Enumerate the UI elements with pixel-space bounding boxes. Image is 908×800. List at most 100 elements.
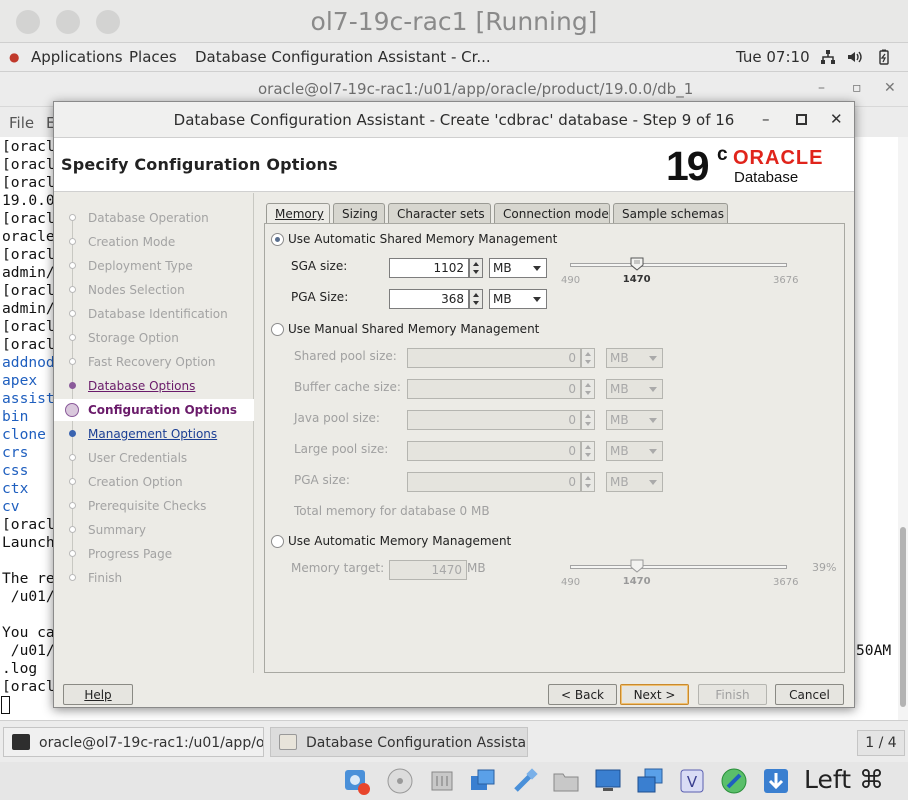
- tab-character-sets[interactable]: Character sets: [388, 203, 491, 223]
- host-key-indicator[interactable]: Left ⌘: [804, 765, 884, 794]
- dialog-close-icon[interactable]: ✕: [830, 110, 843, 128]
- large-pool-size-spinner[interactable]: [581, 441, 595, 461]
- svg-text:V: V: [687, 773, 698, 791]
- buffer-cache-size-input[interactable]: 0: [407, 379, 581, 399]
- terminal-menu-file[interactable]: File: [9, 114, 34, 132]
- large-pool-size-input[interactable]: 0: [407, 441, 581, 461]
- shared-pool-size-unit-select[interactable]: MB: [606, 348, 663, 368]
- step-marker-icon: [69, 526, 76, 533]
- buffer-cache-size-spinner[interactable]: [581, 379, 595, 399]
- network-adapter-icon[interactable]: [468, 766, 498, 796]
- terminal-line: apex: [2, 372, 38, 389]
- unit-value: MB: [610, 444, 629, 458]
- memory-target-slider-thumb[interactable]: [630, 559, 644, 573]
- optical-drive-icon[interactable]: [385, 766, 415, 796]
- terminal-close-icon[interactable]: ✕: [884, 80, 896, 96]
- large-pool-size-unit-select[interactable]: MB: [606, 441, 663, 461]
- display-icon[interactable]: [593, 766, 623, 796]
- amm-radio[interactable]: [271, 535, 284, 548]
- pga-unit-select[interactable]: MB: [489, 289, 547, 309]
- applications-menu[interactable]: Applications: [31, 48, 123, 66]
- terminal-line: clone: [2, 426, 46, 443]
- task-dbca[interactable]: Database Configuration Assistant - C...: [270, 727, 528, 757]
- tab-sizing[interactable]: Sizing: [333, 203, 385, 223]
- terminal-line: assist: [2, 390, 55, 407]
- memory-target-input[interactable]: 1470: [389, 560, 467, 580]
- usb-icon[interactable]: [510, 766, 540, 796]
- sga-size-input[interactable]: 1102: [389, 258, 469, 278]
- workspace-pager[interactable]: 1 / 4: [857, 730, 905, 756]
- sga-slider-track[interactable]: [570, 263, 787, 267]
- cancel-button[interactable]: Cancel: [775, 684, 844, 705]
- audio-icon[interactable]: [427, 766, 457, 796]
- step-database-options[interactable]: Database Options: [54, 375, 254, 397]
- pga-size-spinner[interactable]: [581, 472, 595, 492]
- mouse-integration-icon[interactable]: [761, 766, 791, 796]
- terminal-maximize-icon[interactable]: ▫: [852, 80, 862, 96]
- total-memory-text: Total memory for database 0 MB: [294, 504, 490, 518]
- manual-memory-radio[interactable]: [271, 323, 284, 336]
- asmm-radio[interactable]: [271, 233, 284, 246]
- dialog-minimize-icon[interactable]: –: [762, 110, 770, 128]
- vm-window-title: ol7-19c-rac1 [Running]: [310, 7, 598, 36]
- cpu-virtualization-icon[interactable]: V: [677, 766, 707, 796]
- clock[interactable]: Tue 07:10: [736, 48, 810, 66]
- guest-additions-icon[interactable]: [719, 766, 749, 796]
- pga-size-input[interactable]: 0: [407, 472, 581, 492]
- chevron-down-icon: [649, 480, 657, 485]
- next-button[interactable]: Next >: [620, 684, 689, 705]
- step-label: Nodes Selection: [88, 283, 185, 297]
- step-label: Storage Option: [88, 331, 179, 345]
- pga-size-input[interactable]: 368: [389, 289, 469, 309]
- terminal-line: You ca: [2, 624, 55, 641]
- task-terminal[interactable]: oracle@ol7-19c-rac1:/u01/app/orac...: [3, 727, 264, 757]
- active-window-label[interactable]: Database Configuration Assistant - Cr...: [195, 48, 491, 66]
- tab-sample-schemas[interactable]: Sample schemas: [613, 203, 728, 223]
- step-label: Database Options: [88, 379, 196, 393]
- java-pool-size-spinner[interactable]: [581, 410, 595, 430]
- sga-size-spinner[interactable]: [469, 258, 483, 278]
- tab-memory[interactable]: Memory: [266, 203, 330, 225]
- shared-folders-icon[interactable]: [551, 766, 581, 796]
- shared-pool-size-spinner[interactable]: [581, 348, 595, 368]
- java-pool-size-unit-select[interactable]: MB: [606, 410, 663, 430]
- hard-disk-icon[interactable]: [342, 766, 372, 796]
- amm-label[interactable]: Use Automatic Memory Management: [288, 534, 511, 548]
- terminal-scrollbar[interactable]: [898, 137, 908, 720]
- terminal-line: [oracl: [2, 246, 55, 263]
- step-management-options[interactable]: Management Options: [54, 423, 254, 445]
- places-menu[interactable]: Places: [129, 48, 177, 66]
- manual-memory-label[interactable]: Use Manual Shared Memory Management: [288, 322, 539, 336]
- terminal-scroll-thumb[interactable]: [900, 527, 906, 707]
- step-prerequisite-checks: Prerequisite Checks: [54, 495, 254, 517]
- buffer-cache-size-unit-select[interactable]: MB: [606, 379, 663, 399]
- sga-unit-select[interactable]: MB: [489, 258, 547, 278]
- memory-target-slider-track[interactable]: [570, 565, 787, 569]
- asmm-label[interactable]: Use Automatic Shared Memory Management: [288, 232, 557, 246]
- sga-size-label: SGA size:: [291, 259, 348, 273]
- step-marker-icon: [69, 310, 76, 317]
- applications-icon[interactable]: ●: [9, 50, 19, 64]
- pga-size-spinner[interactable]: [469, 289, 483, 309]
- help-button[interactable]: Help: [63, 684, 133, 705]
- sga-slider-min: 490: [561, 275, 581, 286]
- dialog-maximize-icon[interactable]: [796, 111, 807, 129]
- sga-slider-thumb[interactable]: [630, 257, 644, 271]
- terminal-title: oracle@ol7-19c-rac1:/u01/app/oracle/prod…: [258, 80, 694, 98]
- java-pool-size-input[interactable]: 0: [407, 410, 581, 430]
- network-icon[interactable]: [820, 49, 836, 65]
- back-button[interactable]: < Back: [548, 684, 617, 705]
- step-database-identification: Database Identification: [54, 303, 254, 325]
- step-label: Configuration Options: [88, 403, 238, 417]
- battery-icon[interactable]: [876, 49, 892, 65]
- video-capture-icon[interactable]: [635, 766, 665, 796]
- step-configuration-options: Configuration Options: [54, 399, 254, 421]
- volume-icon[interactable]: [847, 49, 863, 65]
- finish-button[interactable]: Finish: [698, 684, 767, 705]
- terminal-line: [oracl: [2, 336, 55, 353]
- shared-pool-size-input[interactable]: 0: [407, 348, 581, 368]
- pga-size-unit-select[interactable]: MB: [606, 472, 663, 492]
- tab-connection-mode[interactable]: Connection mode: [494, 203, 610, 223]
- terminal-minimize-icon[interactable]: –: [818, 80, 825, 96]
- step-marker-icon: [69, 334, 76, 341]
